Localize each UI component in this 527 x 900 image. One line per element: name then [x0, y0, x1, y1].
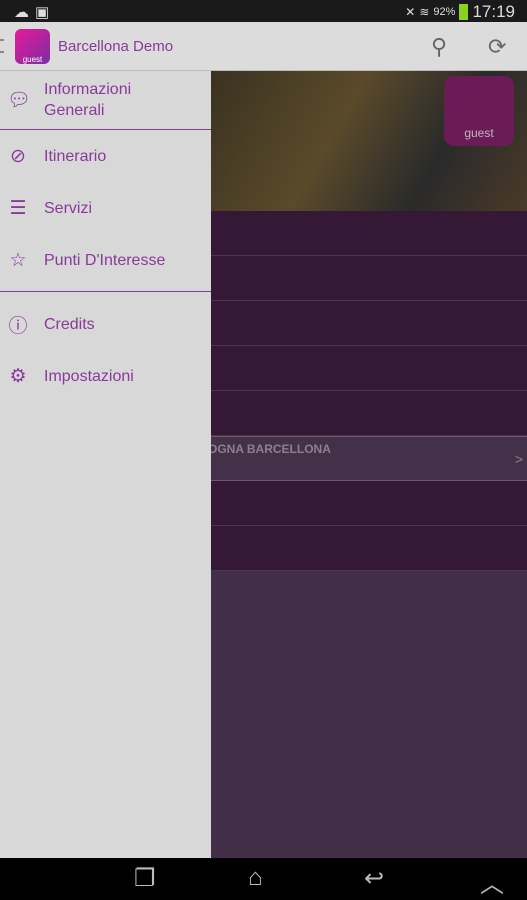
recent-apps-icon[interactable]: ❐ [134, 864, 156, 893]
drawer-item-label: Credits [44, 315, 95, 333]
drawer-indicator-icon[interactable] [0, 39, 4, 53]
list-item-title: OGNA BARCELLONA [208, 442, 331, 456]
navigation-drawer: 💬︎ Informazioni Generali ⊘ Itinerario ☰ Ser… [0, 71, 211, 858]
drawer-item-itinerario[interactable]: ⊘ Itinerario [0, 130, 211, 182]
chat-bubble-icon: 💬︎ [7, 90, 32, 111]
chevron-right-icon: > [514, 451, 523, 467]
app-logo[interactable]: guest [15, 29, 50, 64]
status-bar: ☁ ▣ ✕ ≋ 92% 17:19 [0, 0, 527, 22]
wifi-icon: ≋ [419, 5, 430, 19]
search-icon[interactable]: ⚲ [431, 34, 447, 60]
drawer-item-label: Informazioni Generali [44, 81, 132, 119]
list-item[interactable] [211, 391, 527, 436]
battery-percent: 92% [433, 6, 456, 18]
drawer-item-credits[interactable]: ⓘ Credits [0, 298, 211, 350]
list-item[interactable] [211, 526, 527, 571]
drawer-item-label: Servizi [44, 199, 93, 217]
info-icon: ⓘ [8, 315, 28, 337]
image-icon: ▣ [35, 4, 50, 21]
battery-icon [459, 4, 469, 20]
mute-icon: ✕ [405, 5, 416, 19]
main-content: guest OGNA BARCELLONA > [208, 71, 527, 858]
drawer-item-label: Impostazioni [44, 367, 134, 385]
upload-icon: ☁ [14, 4, 29, 21]
refresh-icon[interactable]: ⟳ [488, 34, 506, 60]
list-item-barcellona[interactable]: OGNA BARCELLONA > [208, 436, 527, 481]
list-item[interactable] [211, 346, 527, 391]
back-icon[interactable]: ↩ [364, 864, 384, 893]
drawer-item-informazioni[interactable]: 💬︎ Informazioni Generali [0, 71, 211, 129]
compass-icon: ⊘ [10, 145, 26, 167]
list-item[interactable] [211, 211, 527, 256]
menu-up-icon[interactable]: ︿ [480, 864, 504, 899]
star-icon: ☆ [9, 249, 27, 271]
drawer-item-label: Itinerario [44, 147, 107, 165]
list-item[interactable] [211, 481, 527, 526]
drawer-item-servizi[interactable]: ☰ Servizi [0, 182, 211, 234]
drawer-cabinet-icon: ☰ [9, 197, 27, 219]
gear-icon: ⚙ [9, 365, 27, 387]
hero-image: guest [211, 71, 527, 211]
drawer-item-impostazioni[interactable]: ⚙ Impostazioni [0, 350, 211, 402]
home-icon[interactable]: ⌂ [248, 864, 263, 892]
app-title: Barcellona Demo [58, 38, 174, 55]
list-item[interactable] [211, 301, 527, 346]
app-bar: guest Barcellona Demo ⚲ ⟳ [0, 22, 527, 71]
divider [0, 291, 211, 292]
hero-logo: guest [444, 76, 514, 146]
drawer-item-label: Punti D'Interesse [44, 251, 166, 269]
drawer-item-punti-interesse[interactable]: ☆ Punti D'Interesse [0, 234, 211, 286]
clock: 17:19 [472, 2, 515, 21]
system-nav-bar: ❐ ⌂ ↩ ︿ [0, 858, 527, 900]
list-item[interactable] [211, 256, 527, 301]
